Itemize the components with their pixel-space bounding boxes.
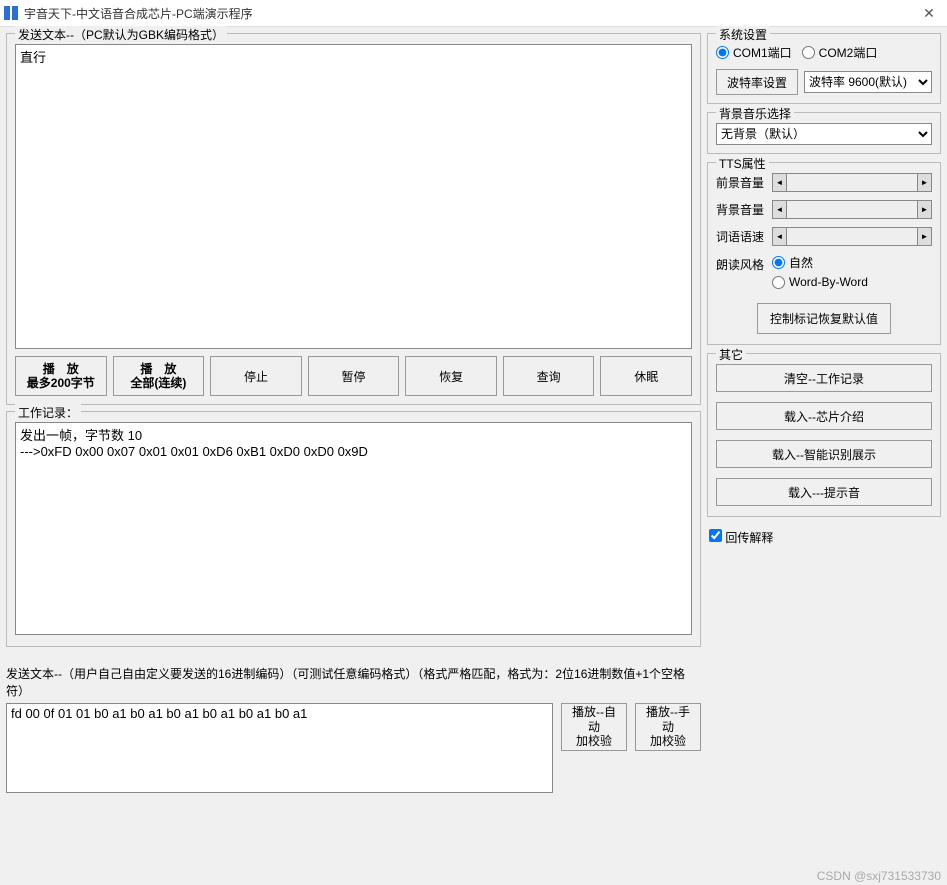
fg-volume-label: 前景音量: [716, 174, 772, 191]
bgm-legend: 背景音乐选择: [716, 105, 794, 122]
bgm-group: 背景音乐选择 无背景（默认）: [707, 112, 941, 154]
bgm-select[interactable]: 无背景（默认）: [716, 123, 932, 145]
bg-volume-label: 背景音量: [716, 201, 772, 218]
log-group: 工作记录：: [6, 411, 701, 647]
sleep-button[interactable]: 休眠: [600, 356, 692, 396]
chevron-left-icon[interactable]: ◄: [773, 228, 787, 245]
play-all-button[interactable]: 播 放 全部(连续): [113, 356, 205, 396]
play-manual-check-button[interactable]: 播放--手动 加校验: [635, 703, 701, 751]
bg-volume-slider[interactable]: ◄ ►: [772, 200, 932, 219]
baud-settings-button[interactable]: 波特率设置: [716, 69, 798, 95]
style-natural-radio[interactable]: 自然: [772, 254, 868, 271]
system-settings-group: 系统设置 COM1端口 COM2端口 波特率设置 波特率 9600(默认): [707, 33, 941, 104]
stop-button[interactable]: 停止: [210, 356, 302, 396]
other-legend: 其它: [716, 346, 746, 363]
log-textarea[interactable]: [15, 422, 692, 635]
tts-legend: TTS属性: [716, 155, 769, 172]
hex-legend: 发送文本--（用户自己自由定义要发送的16进制编码）（可测试任意编码格式）（格式…: [6, 665, 701, 699]
fg-volume-slider[interactable]: ◄ ►: [772, 173, 932, 192]
hex-input[interactable]: [6, 703, 553, 793]
send-text-group: 发送文本--（PC默认为GBK编码格式） 播 放 最多200字节 播 放 全部(…: [6, 33, 701, 405]
chevron-right-icon[interactable]: ►: [917, 201, 931, 218]
chevron-right-icon[interactable]: ►: [917, 174, 931, 191]
com2-radio[interactable]: COM2端口: [802, 44, 878, 61]
speed-slider[interactable]: ◄ ►: [772, 227, 932, 246]
close-icon[interactable]: ✕: [915, 5, 943, 22]
send-text-legend: 发送文本--（PC默认为GBK编码格式）: [15, 26, 227, 43]
style-wbw-radio[interactable]: Word-By-Word: [772, 275, 868, 289]
log-legend: 工作记录：: [15, 404, 81, 421]
style-label: 朗读风格: [716, 254, 772, 273]
query-button[interactable]: 查询: [503, 356, 595, 396]
watermark: CSDN @sxj731533730: [817, 869, 941, 883]
reset-markers-button[interactable]: 控制标记恢复默认值: [757, 303, 891, 334]
load-smart-demo-button[interactable]: 载入--智能识别展示: [716, 440, 932, 468]
speed-label: 词语语速: [716, 228, 772, 245]
com1-radio[interactable]: COM1端口: [716, 44, 792, 61]
resume-button[interactable]: 恢复: [405, 356, 497, 396]
echo-checkbox[interactable]: 回传解释: [709, 529, 773, 546]
window-title: 宇音天下-中文语音合成芯片-PC端演示程序: [24, 5, 915, 22]
baud-select[interactable]: 波特率 9600(默认): [804, 71, 932, 93]
chevron-left-icon[interactable]: ◄: [773, 174, 787, 191]
clear-log-button[interactable]: 清空--工作记录: [716, 364, 932, 392]
load-chip-intro-button[interactable]: 载入--芯片介绍: [716, 402, 932, 430]
load-prompt-tone-button[interactable]: 载入---提示音: [716, 478, 932, 506]
send-text-input[interactable]: [15, 44, 692, 349]
titlebar: 宇音天下-中文语音合成芯片-PC端演示程序 ✕: [0, 0, 947, 26]
pause-button[interactable]: 暂停: [308, 356, 400, 396]
system-settings-legend: 系统设置: [716, 26, 770, 43]
chevron-left-icon[interactable]: ◄: [773, 201, 787, 218]
other-group: 其它 清空--工作记录 载入--芯片介绍 载入--智能识别展示 载入---提示音: [707, 353, 941, 517]
chevron-right-icon[interactable]: ►: [917, 228, 931, 245]
play-200-button[interactable]: 播 放 最多200字节: [15, 356, 107, 396]
app-logo-icon: [4, 6, 18, 20]
tts-group: TTS属性 前景音量 ◄ ► 背景音量 ◄ ► 词语语速: [707, 162, 941, 345]
play-auto-check-button[interactable]: 播放--自动 加校验: [561, 703, 627, 751]
